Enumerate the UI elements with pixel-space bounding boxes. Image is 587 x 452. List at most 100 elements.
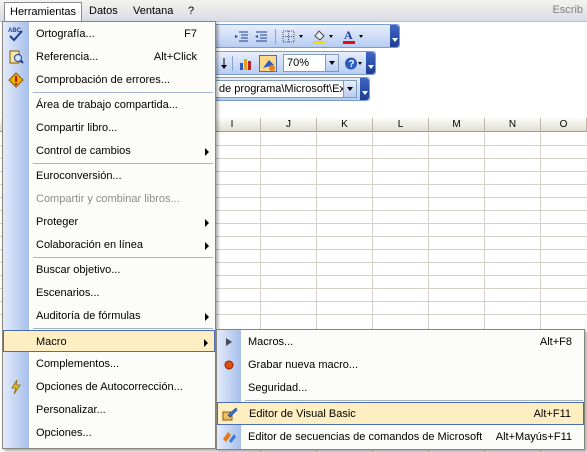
submenu-item-editor-secuencias[interactable]: Editor de secuencias de comandos de Micr…: [217, 426, 584, 449]
standard-toolbar: 70% ?: [214, 51, 376, 75]
menu-item-compartir-libro[interactable]: Compartir libro...: [3, 117, 215, 139]
decrease-indent-icon[interactable]: [233, 28, 251, 45]
column-header[interactable]: J: [261, 118, 317, 132]
menu-datos[interactable]: Datos: [84, 3, 123, 19]
menu-separator: [33, 163, 213, 164]
menu-item-complementos[interactable]: Complementos...: [3, 353, 215, 375]
menu-item-label: Macros...: [248, 336, 294, 348]
menu-item-label: Proteger: [36, 216, 79, 228]
menu-item-label: Personalizar...: [36, 404, 106, 416]
menu-item-label: Colaboración en línea: [36, 239, 144, 251]
menu-separator: [245, 400, 583, 401]
menu-item-shortcut: Alt+F8: [539, 336, 572, 348]
menu-item-label: Buscar objetivo...: [36, 264, 121, 276]
menu-help[interactable]: ?: [183, 3, 199, 19]
chevron-down-icon[interactable]: [325, 55, 338, 71]
menu-item-label: Ortografía...: [36, 28, 95, 40]
toolbar-options-button[interactable]: [360, 78, 369, 100]
submenu-arrow-icon: [205, 313, 209, 321]
menu-item-euroconversion[interactable]: Euroconversión...: [3, 165, 215, 187]
web-toolbar: de programa\Microsoft\Ex: [214, 77, 370, 101]
help-icon[interactable]: ?: [343, 55, 365, 72]
menu-item-referencia[interactable]: Referencia... Alt+Click: [3, 46, 215, 68]
menu-item-label: Opciones de Autocorrección...: [36, 381, 183, 393]
submenu-item-grabar-macro[interactable]: Grabar nueva macro...: [217, 354, 584, 377]
font-color-icon[interactable]: A: [341, 28, 367, 45]
submenu-item-editor-vb[interactable]: Editor de Visual Basic Alt+F11: [217, 402, 584, 425]
menu-item-auditoria[interactable]: Auditoría de fórmulas: [3, 305, 215, 327]
borders-icon[interactable]: [281, 28, 307, 45]
research-icon: [8, 49, 24, 65]
menu-item-compartir-combinar: Compartir y combinar libros...: [3, 188, 215, 210]
menu-item-escenarios[interactable]: Escenarios...: [3, 282, 215, 304]
menu-item-control-cambios[interactable]: Control de cambios: [3, 140, 215, 162]
menu-item-label: Área de trabajo compartida...: [36, 99, 178, 111]
menu-separator: [33, 92, 213, 93]
tools-menu: ABC Ortografía... F7 Referencia... Alt+C…: [2, 21, 216, 449]
menu-bar: Herramientas Datos Ventana ? Escrib: [0, 0, 587, 22]
macro-submenu: Macros... Alt+F8 Grabar nueva macro... S…: [216, 329, 585, 450]
play-icon: [221, 334, 237, 350]
menu-item-label: Escenarios...: [36, 287, 100, 299]
help-search-hint[interactable]: Escrib: [552, 4, 583, 16]
menu-item-label: Referencia...: [36, 51, 99, 63]
menu-item-label: Compartir libro...: [36, 122, 118, 134]
menu-item-proteger[interactable]: Proteger: [3, 211, 215, 233]
menu-herramientas[interactable]: Herramientas: [4, 2, 83, 22]
menu-item-shortcut: Alt+Click: [153, 51, 197, 63]
menu-item-label: Complementos...: [36, 358, 120, 370]
menu-ventana[interactable]: Ventana: [128, 3, 178, 19]
sort-arrow-icon[interactable]: [219, 55, 229, 72]
column-header[interactable]: N: [485, 118, 541, 132]
zoom-value: 70%: [287, 57, 310, 69]
submenu-arrow-icon: [205, 219, 209, 227]
toolbar-options-button[interactable]: [390, 25, 399, 47]
menu-item-shortcut: Alt+F11: [533, 408, 571, 420]
chevron-down-icon[interactable]: [343, 81, 356, 97]
increase-indent-icon[interactable]: [253, 28, 271, 45]
error-check-icon: [8, 72, 24, 88]
column-header[interactable]: O: [541, 118, 587, 132]
chart-wizard-icon[interactable]: [237, 55, 255, 72]
menu-item-macro[interactable]: Macro: [3, 330, 215, 352]
submenu-item-macros[interactable]: Macros... Alt+F8: [217, 331, 584, 354]
menu-item-shortcut: F7: [184, 28, 197, 40]
menu-item-shortcut: Alt+Mayús+F11: [495, 431, 572, 443]
menu-item-autocorreccion[interactable]: Opciones de Autocorrección...: [3, 376, 215, 398]
menu-item-ortografia[interactable]: ABC Ortografía... F7: [3, 23, 215, 45]
zoom-select[interactable]: 70%: [283, 54, 339, 72]
menu-item-personalizar[interactable]: Personalizar...: [3, 399, 215, 421]
menu-item-label: Macro: [36, 336, 67, 348]
svg-text:A: A: [344, 28, 353, 42]
fill-color-icon[interactable]: [311, 28, 337, 45]
address-field[interactable]: de programa\Microsoft\Ex: [215, 80, 357, 98]
submenu-arrow-icon: [205, 148, 209, 156]
submenu-arrow-icon: [205, 242, 209, 250]
drawing-icon[interactable]: [259, 55, 277, 72]
menu-item-label: Grabar nueva macro...: [248, 359, 359, 371]
script-editor-icon: [221, 429, 237, 445]
column-header[interactable]: K: [317, 118, 373, 132]
toolbar-options-button[interactable]: [366, 52, 375, 74]
menu-item-buscar-objetivo[interactable]: Buscar objetivo...: [3, 259, 215, 281]
record-icon: [221, 357, 237, 373]
menu-item-label: Control de cambios: [36, 145, 131, 157]
menu-item-colaboracion[interactable]: Colaboración en línea: [3, 234, 215, 256]
address-value: de programa\Microsoft\Ex: [219, 83, 345, 95]
menu-item-label: Euroconversión...: [36, 170, 122, 182]
menu-separator: [33, 328, 213, 329]
menu-item-label: Editor de Visual Basic: [249, 408, 356, 420]
menu-item-area-trabajo[interactable]: Área de trabajo compartida...: [3, 94, 215, 116]
menu-item-opciones[interactable]: Opciones...: [3, 422, 215, 444]
menu-item-label: Seguridad...: [248, 382, 308, 394]
column-header[interactable]: L: [373, 118, 429, 132]
autocorrect-icon: [8, 379, 24, 395]
vb-editor-icon: [222, 406, 238, 422]
column-header[interactable]: M: [429, 118, 485, 132]
submenu-item-seguridad[interactable]: Seguridad...: [217, 377, 584, 400]
submenu-arrow-icon: [204, 339, 208, 347]
menu-item-label: Opciones...: [36, 427, 92, 439]
menu-item-comprobacion-errores[interactable]: Comprobación de errores...: [3, 69, 215, 91]
svg-text:?: ?: [349, 59, 355, 70]
toolbar-separator: [275, 29, 276, 44]
